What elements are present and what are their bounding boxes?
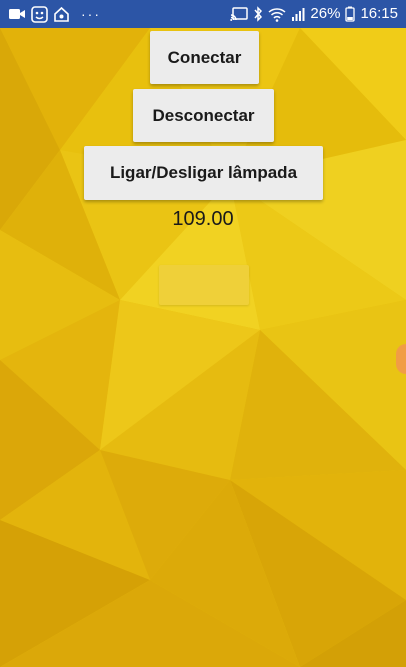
status-bar-left: ··· xyxy=(8,5,101,23)
status-bar-right: 26% 16:15 xyxy=(230,5,398,23)
status-bar: ··· 26% 16:15 xyxy=(0,0,406,28)
toggle-lamp-button[interactable]: Ligar/Desligar lâmpada xyxy=(84,146,323,200)
signal-bars-icon xyxy=(291,5,305,23)
main-content: Conectar Desconectar Ligar/Desligar lâmp… xyxy=(0,28,406,667)
video-camera-icon xyxy=(8,5,26,23)
more-notifications-indicator: ··· xyxy=(81,6,101,22)
status-indicator-box xyxy=(159,265,249,305)
disconnect-button[interactable]: Desconectar xyxy=(133,89,274,142)
wifi-icon xyxy=(268,5,286,23)
cast-icon xyxy=(230,5,249,23)
smart-home-icon xyxy=(53,5,70,23)
battery-icon xyxy=(345,5,356,23)
bluetooth-icon xyxy=(253,5,263,23)
connect-button[interactable]: Conectar xyxy=(150,31,259,84)
app-screen: ··· 26% 16:15 Conectar Desconectar Ligar… xyxy=(0,0,406,667)
sensor-reading: 109.00 xyxy=(172,208,234,230)
clock-time: 16:15 xyxy=(360,5,398,22)
battery-percent: 26% xyxy=(310,5,341,22)
face-emoji-icon xyxy=(31,5,48,23)
